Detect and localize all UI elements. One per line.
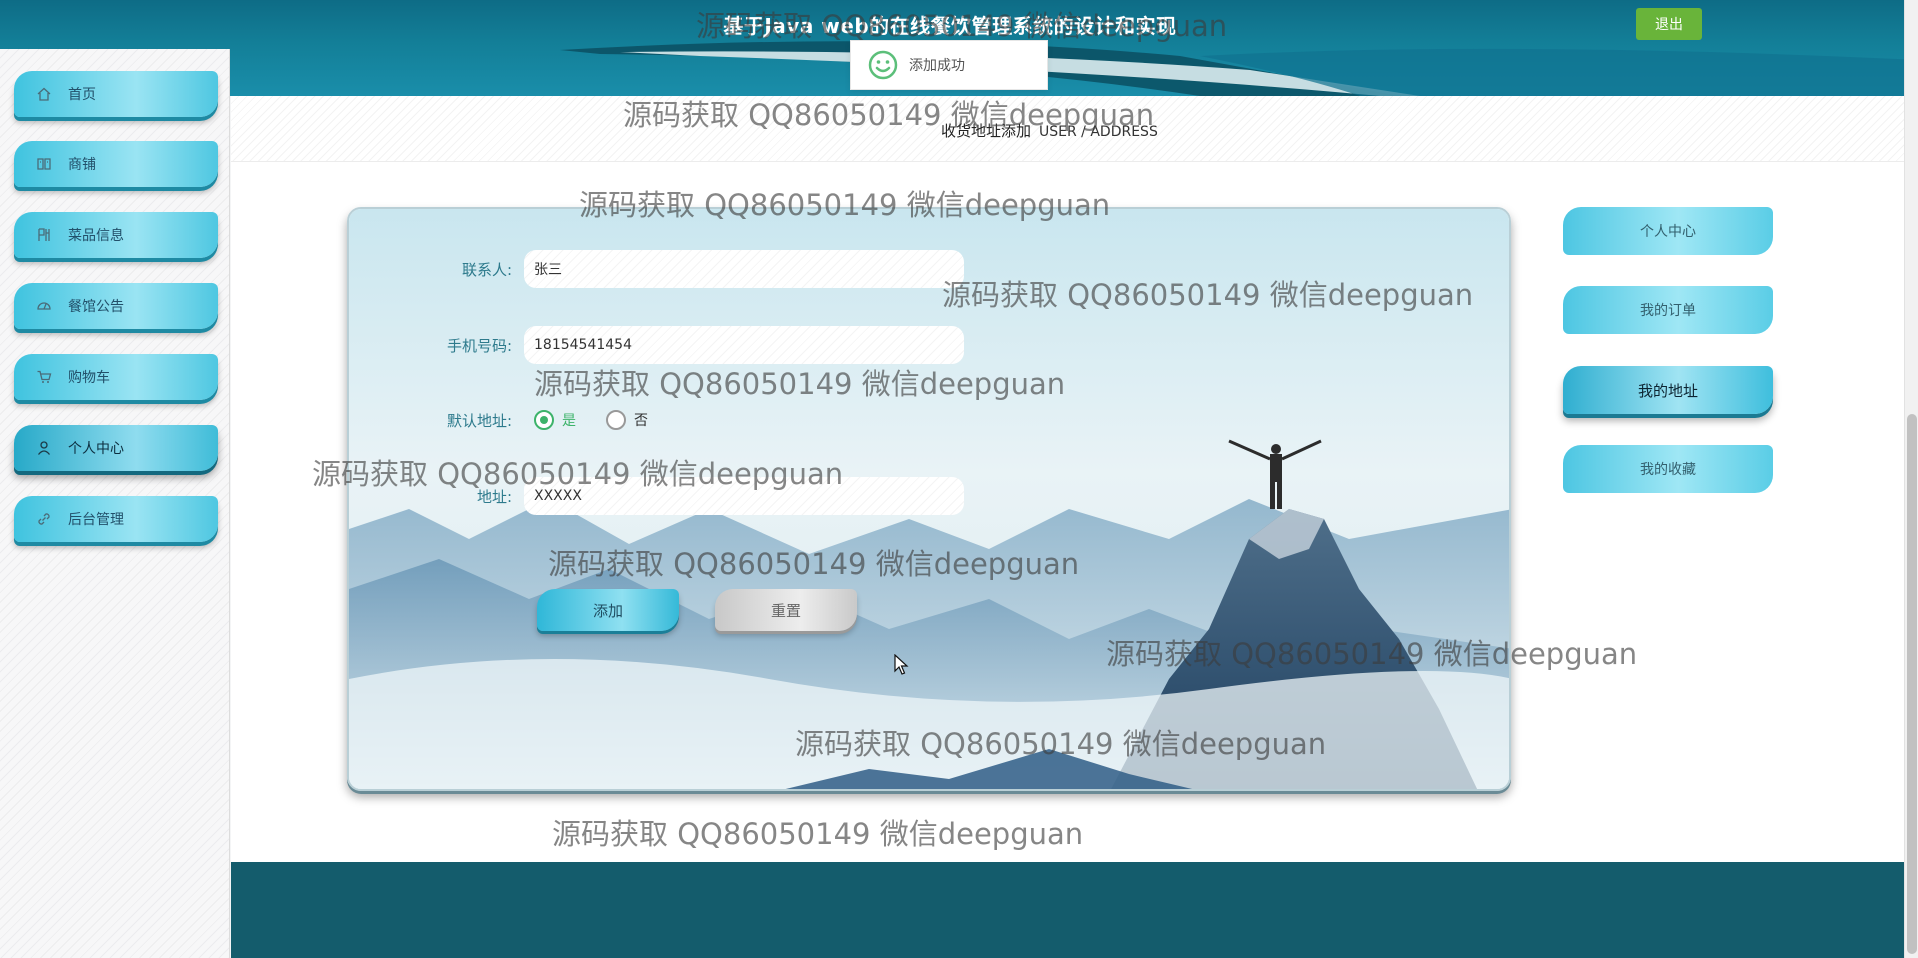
link-icon xyxy=(38,513,50,525)
shop-icon xyxy=(37,158,51,170)
sidebar-item-notices[interactable]: 餐馆公告 xyxy=(14,283,218,329)
sidebar-item-dishes[interactable]: 菜品信息 xyxy=(14,212,218,258)
page-footer xyxy=(231,862,1904,958)
sidebar-item-home[interactable]: 首页 xyxy=(14,71,218,117)
sidebar-item-label: 首页 xyxy=(68,87,96,103)
sidebar-item-shop[interactable]: 商铺 xyxy=(14,141,218,187)
page-title-en: USER / ADDRESS xyxy=(1039,124,1158,140)
page-header-bar: 收货地址添加 USER / ADDRESS xyxy=(231,96,1904,162)
logout-button[interactable]: 退出 xyxy=(1636,8,1702,40)
sidebar-item-label: 个人中心 xyxy=(68,441,124,457)
default-address-label: 默认地址: xyxy=(446,411,512,430)
default-yes-radio[interactable] xyxy=(534,410,554,430)
smile-icon xyxy=(868,50,898,80)
default-yes-label[interactable]: 是 xyxy=(562,410,576,430)
cart-icon xyxy=(37,370,52,383)
phone-label: 手机号码: xyxy=(446,336,512,355)
notice-icon xyxy=(37,302,51,310)
sidebar-item-admin[interactable]: 后台管理 xyxy=(14,496,218,542)
reset-button[interactable]: 重置 xyxy=(715,589,857,631)
page-title: 收货地址添加 USER / ADDRESS xyxy=(941,120,1158,141)
sidebar-item-label: 餐馆公告 xyxy=(68,299,124,315)
default-address-row: 默认地址: 是 否 xyxy=(349,400,989,440)
home-icon xyxy=(37,87,51,101)
right-nav-my-favorites[interactable]: 我的收藏 xyxy=(1563,445,1773,493)
default-no-radio[interactable] xyxy=(606,410,626,430)
scrollbar-thumb[interactable] xyxy=(1907,414,1917,954)
right-nav-personal-center[interactable]: 个人中心 xyxy=(1563,207,1773,255)
contact-row: 联系人: xyxy=(349,249,989,289)
sidebar-item-cart[interactable]: 购物车 xyxy=(14,354,218,400)
contact-input[interactable] xyxy=(524,250,964,288)
sidebar-item-label: 后台管理 xyxy=(68,512,124,528)
address-label: 地址: xyxy=(476,487,512,506)
default-no-label[interactable]: 否 xyxy=(634,410,648,430)
sidebar-item-label: 商铺 xyxy=(68,157,96,173)
address-input[interactable] xyxy=(524,477,964,515)
right-nav-my-address[interactable]: 我的地址 xyxy=(1563,366,1773,414)
sidebar-item-label: 购物车 xyxy=(68,370,110,386)
sidebar-item-label: 菜品信息 xyxy=(68,228,124,244)
phone-row: 手机号码: xyxy=(349,325,989,365)
dish-icon xyxy=(38,228,50,241)
app-title: 基于Java web的在线餐饮管理系统的设计和实现 xyxy=(723,14,1177,38)
add-button[interactable]: 添加 xyxy=(537,589,679,631)
left-sidebar: 首页 商铺 菜品信息 餐馆公告 购物车 个人中心 后台管理 xyxy=(0,49,230,958)
toast-message: 添加成功 xyxy=(909,58,965,74)
mouse-cursor-icon xyxy=(894,654,909,675)
success-toast: 添加成功 xyxy=(850,40,1048,90)
user-icon xyxy=(37,441,51,455)
page-scrollbar[interactable] xyxy=(1904,0,1918,958)
phone-input[interactable] xyxy=(524,326,964,364)
right-nav-my-orders[interactable]: 我的订单 xyxy=(1563,286,1773,334)
sidebar-item-personal-center[interactable]: 个人中心 xyxy=(14,425,218,471)
contact-label: 联系人: xyxy=(461,260,512,279)
default-address-radio-group: 是 否 xyxy=(534,410,670,430)
address-row: 地址: xyxy=(349,476,989,516)
address-form-card: 联系人: 手机号码: 默认地址: 是 否 地址: 添加 重置 xyxy=(347,207,1511,791)
page-title-cn: 收货地址添加 xyxy=(941,122,1032,140)
